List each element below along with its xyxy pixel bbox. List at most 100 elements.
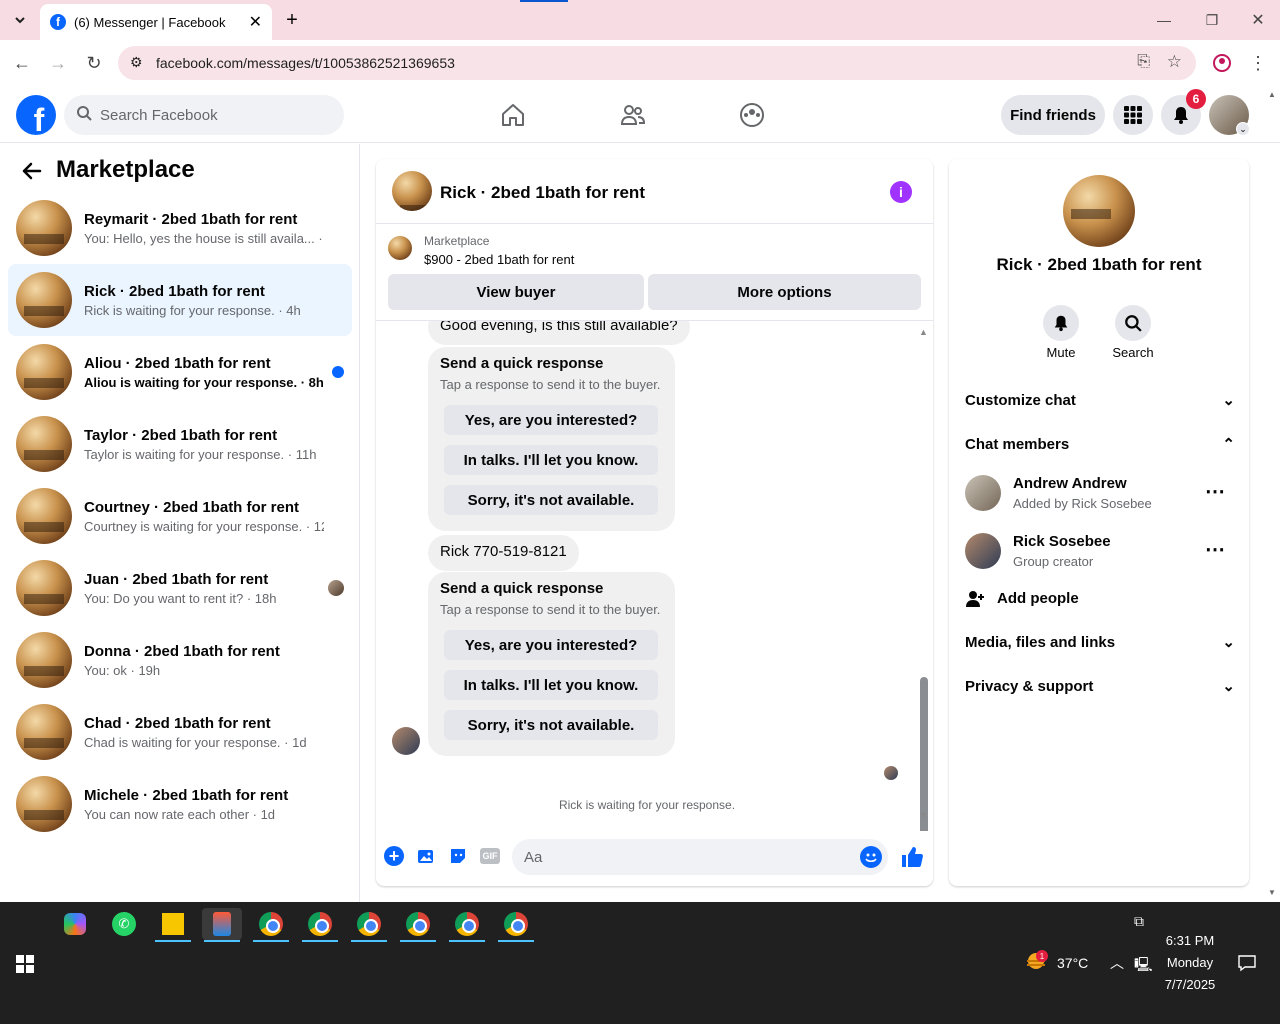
- quick-reply-in-talks-button[interactable]: In talks. I'll let you know.: [444, 670, 658, 700]
- notification-center-icon[interactable]: [1238, 954, 1256, 972]
- chrome-profile-6-icon[interactable]: [496, 908, 536, 942]
- meet-now-icon[interactable]: ⧉: [1134, 913, 1144, 930]
- view-buyer-button[interactable]: View buyer: [388, 274, 644, 310]
- member-avatar[interactable]: [965, 533, 1001, 569]
- member-name[interactable]: Rick Sosebee: [1013, 533, 1111, 550]
- conversation-aliou[interactable]: Aliou · 2bed 1bath for rent Aliou is wait…: [8, 336, 352, 408]
- quick-reply-yes-button[interactable]: Yes, are you interested?: [444, 630, 658, 660]
- more-options-button[interactable]: More options: [648, 274, 921, 310]
- conversation-juan[interactable]: Juan · 2bed 1bath for rent You: Do you wa…: [8, 552, 352, 624]
- chat-members-section[interactable]: Chat members ⌃: [965, 435, 1235, 454]
- chrome-profile-1-icon[interactable]: [251, 908, 291, 942]
- clock-day[interactable]: Monday: [1160, 955, 1220, 970]
- reload-icon[interactable]: ↻: [82, 52, 106, 74]
- snipping-tool-icon[interactable]: [202, 908, 242, 942]
- attach-media-icon[interactable]: [416, 846, 436, 866]
- site-settings-icon[interactable]: ⚙: [130, 54, 143, 71]
- copilot-icon[interactable]: [55, 908, 95, 940]
- info-icon[interactable]: i: [890, 181, 912, 203]
- quick-reply-yes-button[interactable]: Yes, are you interested?: [444, 405, 658, 435]
- tab-list-chevron-icon[interactable]: [8, 10, 32, 30]
- sticky-notes-icon[interactable]: [153, 908, 193, 942]
- message-input[interactable]: Aa: [512, 839, 888, 875]
- search-in-chat-icon[interactable]: [1115, 305, 1151, 341]
- profile-icon[interactable]: [1210, 52, 1234, 74]
- listing-title[interactable]: $900 - 2bed 1bath for rent: [424, 252, 574, 267]
- chrome-profile-2-icon[interactable]: [300, 908, 340, 942]
- bookmark-star-icon[interactable]: ☆: [1167, 52, 1182, 72]
- chat-title[interactable]: Rick · 2bed 1bath for rent: [440, 183, 645, 203]
- marketplace-chats-panel: Marketplace Reymarit · 2bed 1bath for re…: [0, 144, 360, 902]
- gif-icon[interactable]: GIF: [480, 848, 500, 864]
- back-arrow-icon[interactable]: [20, 160, 42, 188]
- back-icon[interactable]: ←: [10, 52, 34, 74]
- restore-icon[interactable]: ❐: [1200, 10, 1224, 30]
- conversation-donna[interactable]: Donna · 2bed 1bath for rent You: ok · 19h: [8, 624, 352, 696]
- search-facebook-input[interactable]: Search Facebook: [64, 95, 344, 135]
- mute-label[interactable]: Mute: [1029, 345, 1093, 360]
- facebook-logo[interactable]: f: [16, 95, 56, 135]
- privacy-support-section[interactable]: Privacy & support ⌄: [965, 677, 1235, 696]
- quick-reply-in-talks-button[interactable]: In talks. I'll let you know.: [444, 445, 658, 475]
- conversation-chad[interactable]: Chad · 2bed 1bath for rent Chad is waitin…: [8, 696, 352, 768]
- chrome-profile-3-icon[interactable]: [349, 908, 389, 942]
- add-person-icon[interactable]: [965, 589, 985, 609]
- sticker-icon[interactable]: [448, 846, 468, 866]
- more-actions-plus-icon[interactable]: +: [384, 846, 404, 866]
- sender-avatar[interactable]: [392, 727, 420, 755]
- menu-grid-icon[interactable]: [1113, 95, 1153, 135]
- home-icon[interactable]: [498, 100, 528, 130]
- seen-avatar: [884, 766, 898, 780]
- conversation-courtney[interactable]: Courtney · 2bed 1bath for rent Courtney i…: [8, 480, 352, 552]
- quick-reply-not-available-button[interactable]: Sorry, it's not available.: [444, 485, 658, 515]
- page-scroll-down-icon[interactable]: ▼: [1268, 888, 1276, 897]
- listing-thumbnail: [16, 272, 72, 328]
- conversation-name: Chad · 2bed 1bath for rent: [84, 714, 271, 732]
- search-label[interactable]: Search: [1101, 345, 1165, 360]
- chrome-profile-4-icon[interactable]: [398, 908, 438, 942]
- friends-icon[interactable]: [618, 100, 648, 130]
- browser-menu-icon[interactable]: ⋮: [1248, 52, 1268, 74]
- mute-bell-icon[interactable]: [1043, 305, 1079, 341]
- network-icon[interactable]: 🖳: [1134, 954, 1153, 978]
- windows-start-icon[interactable]: [16, 955, 34, 973]
- scroll-up-arrow-icon[interactable]: ▲: [919, 327, 928, 337]
- close-tab-icon[interactable]: ✕: [249, 12, 262, 32]
- chrome-profile-5-icon[interactable]: [447, 908, 487, 942]
- show-hidden-icons-chevron-icon[interactable]: ︿: [1110, 953, 1124, 973]
- new-tab-icon[interactable]: +: [282, 8, 302, 32]
- customize-chat-section[interactable]: Customize chat ⌄: [965, 391, 1235, 410]
- close-window-icon[interactable]: ✕: [1246, 10, 1270, 30]
- groups-icon[interactable]: [737, 100, 767, 130]
- conversation-rick[interactable]: Rick · 2bed 1bath for rent Rick is waitin…: [8, 264, 352, 336]
- emoji-icon[interactable]: [860, 846, 882, 868]
- add-people-button[interactable]: Add people: [997, 590, 1079, 607]
- clock-date[interactable]: 7/7/2025: [1158, 977, 1222, 992]
- forward-icon[interactable]: →: [46, 52, 70, 74]
- scroll-down-arrow-icon[interactable]: ▼: [919, 810, 928, 820]
- install-app-icon[interactable]: ⎘: [1137, 53, 1150, 71]
- clock-time[interactable]: 6:31 PM: [1160, 933, 1220, 948]
- message-bubble[interactable]: Rick 770-519-8121: [428, 535, 579, 571]
- message-bubble[interactable]: Good evening, is this still available?: [428, 321, 690, 345]
- member-options-icon[interactable]: ⋯: [1205, 537, 1225, 562]
- address-bar[interactable]: ⚙ facebook.com/messages/t/10053862521369…: [118, 46, 1196, 80]
- whatsapp-icon[interactable]: ✆: [104, 908, 144, 940]
- quick-reply-not-available-button[interactable]: Sorry, it's not available.: [444, 710, 658, 740]
- media-files-section[interactable]: Media, files and links ⌄: [965, 633, 1235, 652]
- conversation-taylor[interactable]: Taylor · 2bed 1bath for rent Taylor is wa…: [8, 408, 352, 480]
- account-chevron-icon[interactable]: ⌄: [1236, 122, 1250, 136]
- member-name[interactable]: Andrew Andrew: [1013, 475, 1127, 492]
- page-scroll-up-icon[interactable]: ▲: [1268, 90, 1276, 99]
- scrollbar-thumb[interactable]: [920, 677, 928, 831]
- browser-tab-messenger[interactable]: f (6) Messenger | Facebook ✕: [40, 4, 272, 40]
- thumbs-up-icon[interactable]: [900, 845, 924, 869]
- minimize-icon[interactable]: —: [1152, 10, 1176, 30]
- find-friends-button[interactable]: Find friends: [1001, 95, 1105, 135]
- conversation-reymarit[interactable]: Reymarit · 2bed 1bath for rent You: Hello…: [8, 192, 352, 264]
- member-options-icon[interactable]: ⋯: [1205, 479, 1225, 504]
- conversation-michele[interactable]: Michele · 2bed 1bath for rent You can now…: [8, 768, 352, 840]
- chat-header-avatar[interactable]: [392, 171, 432, 211]
- temperature-text[interactable]: 37°C: [1057, 955, 1088, 971]
- member-avatar[interactable]: [965, 475, 1001, 511]
